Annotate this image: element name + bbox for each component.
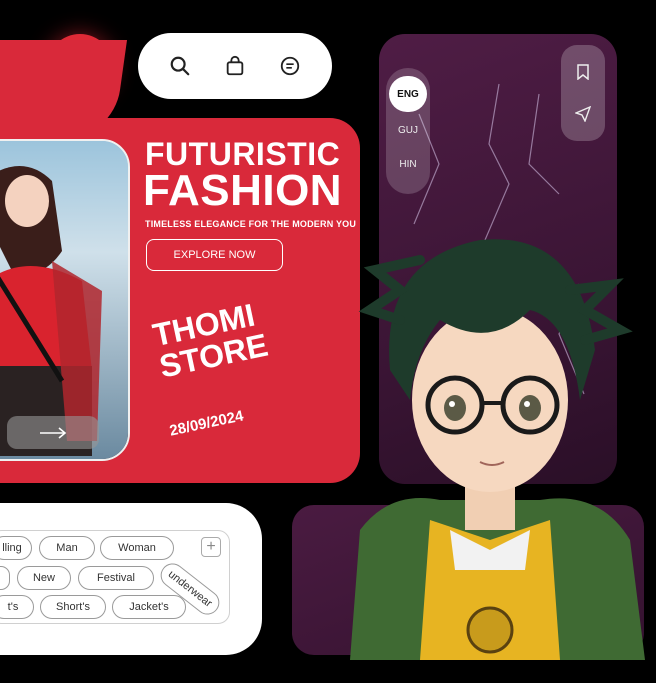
- tag-chip[interactable]: Jacket's: [112, 595, 186, 619]
- next-arrow-button[interactable]: [7, 416, 99, 449]
- language-option-guj[interactable]: GUJ: [389, 112, 427, 148]
- hero-title-line2: FASHION: [143, 166, 343, 215]
- arrow-right-icon: [40, 426, 67, 439]
- tag-chip[interactable]: Short's: [40, 595, 106, 619]
- tag-chip[interactable]: Woman: [100, 536, 174, 560]
- bookmark-icon[interactable]: [573, 62, 593, 82]
- character-illustration: [330, 200, 650, 660]
- bag-icon[interactable]: [219, 50, 251, 82]
- search-icon[interactable]: [164, 50, 196, 82]
- explore-now-button[interactable]: EXPLORE NOW: [146, 239, 283, 271]
- action-bar: [138, 33, 332, 99]
- side-action-bar: [561, 45, 605, 141]
- model-photo: [0, 139, 130, 461]
- tag-chip[interactable]: Festival: [78, 566, 154, 590]
- hero-subtitle: TIMELESS ELEGANCE FOR THE MODERN YOU: [145, 219, 357, 229]
- language-option-hin[interactable]: HIN: [389, 146, 427, 182]
- tag-chip[interactable]: lling: [0, 536, 32, 560]
- chat-icon[interactable]: [274, 50, 306, 82]
- tag-chip[interactable]: New: [17, 566, 71, 590]
- add-tag-button[interactable]: +: [201, 537, 221, 557]
- send-icon[interactable]: [573, 104, 593, 124]
- tag-chip[interactable]: t's: [0, 595, 34, 619]
- tag-chip[interactable]: Man: [39, 536, 95, 560]
- language-option-eng[interactable]: ENG: [389, 76, 427, 112]
